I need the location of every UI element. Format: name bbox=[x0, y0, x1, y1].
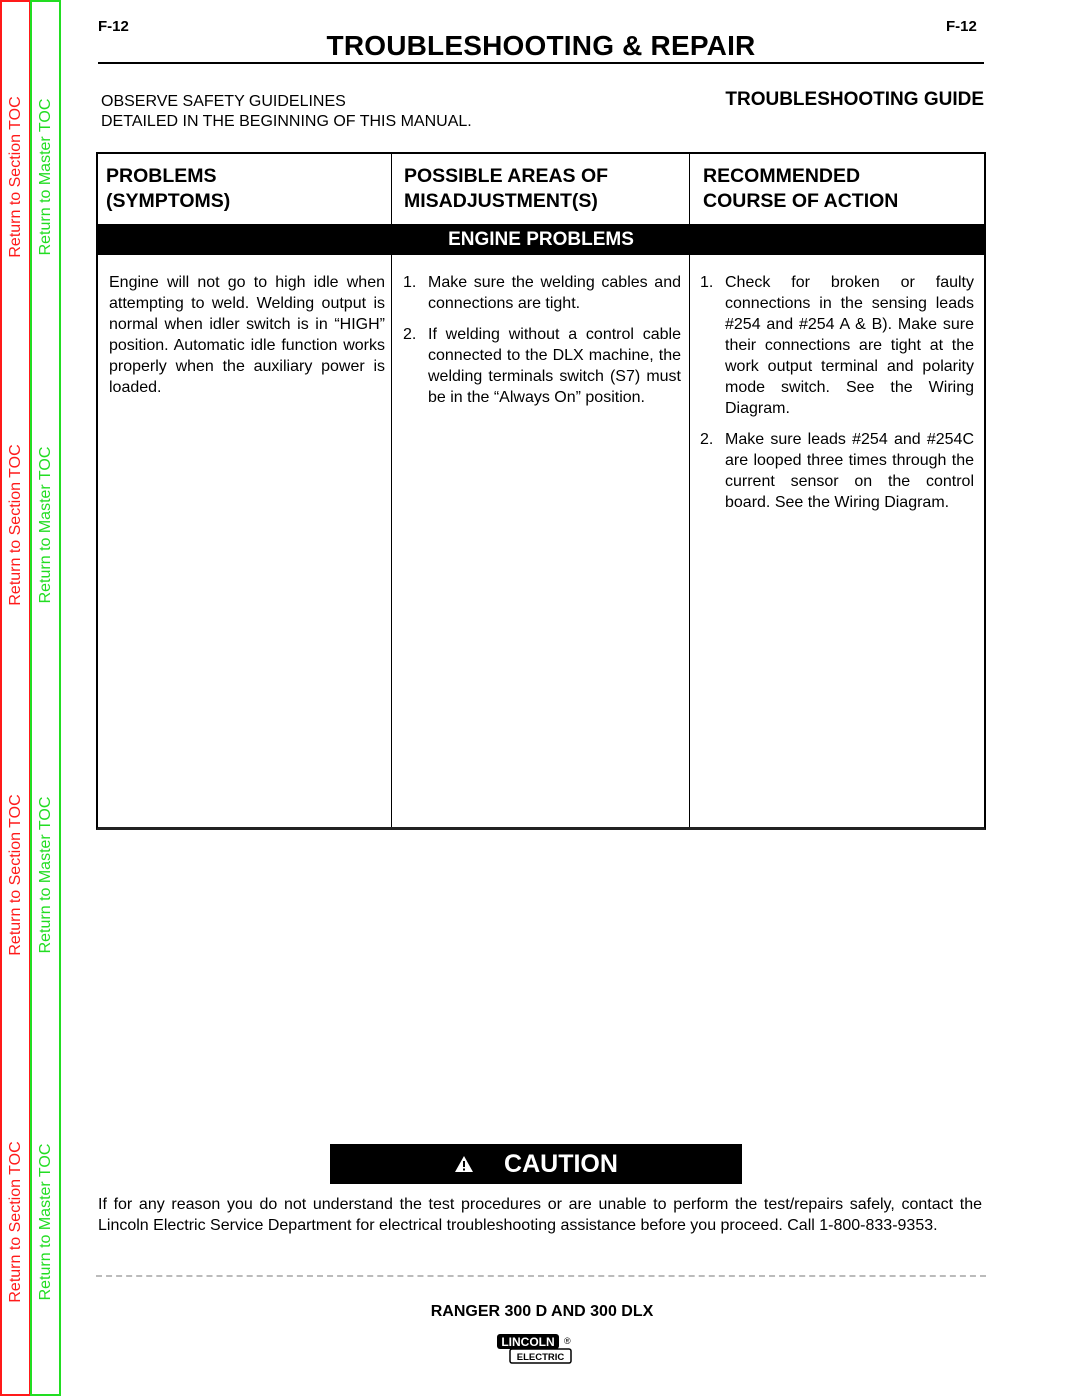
item-number: 2. bbox=[403, 326, 417, 343]
header-line: MISADJUSTMENT(S) bbox=[404, 190, 598, 212]
return-to-section-toc-link[interactable]: Return to Section TOC bbox=[7, 96, 25, 257]
header-line: RECOMMENDED bbox=[703, 165, 861, 187]
title-divider bbox=[98, 62, 984, 64]
safety-line-1: OBSERVE SAFETY GUIDELINES bbox=[101, 93, 346, 110]
list-item: 1. Make sure the welding cables and conn… bbox=[403, 272, 681, 314]
column-header-problems: PROBLEMS (SYMPTOMS) bbox=[106, 164, 230, 214]
lincoln-electric-logo: LINCOLN ELECTRIC ® bbox=[497, 1334, 572, 1364]
section-title: TROUBLESHOOTING GUIDE bbox=[725, 89, 984, 110]
page-title: TROUBLESHOOTING & REPAIR bbox=[326, 30, 756, 61]
safety-line-2: DETAILED IN THE BEGINNING OF THIS MANUAL… bbox=[101, 113, 472, 130]
safety-notice: OBSERVE SAFETY GUIDELINES DETAILED IN TH… bbox=[101, 92, 472, 132]
section-toc-strip: Return to Section TOC Return to Section … bbox=[0, 0, 31, 1396]
header-line: (SYMPTOMS) bbox=[106, 190, 231, 212]
symptom-cell: Engine will not go to high idle when att… bbox=[109, 274, 385, 396]
misadjustments-cell: 1. Make sure the welding cables and conn… bbox=[403, 272, 681, 418]
caution-label: CAUTION bbox=[504, 1149, 618, 1178]
header-line: COURSE OF ACTION bbox=[703, 190, 899, 212]
master-toc-strip: Return to Master TOC Return to Master TO… bbox=[30, 0, 61, 1396]
item-text: Check for broken or faulty connections i… bbox=[725, 274, 974, 417]
list-item: 1. Check for broken or faulty connection… bbox=[700, 272, 974, 419]
footer-divider bbox=[96, 1275, 986, 1277]
return-to-section-toc-link[interactable]: Return to Section TOC bbox=[7, 444, 25, 605]
caution-text: If for any reason you do not understand … bbox=[98, 1196, 982, 1234]
column-header-misadjustments: POSSIBLE AREAS OF MISADJUSTMENT(S) bbox=[404, 164, 608, 214]
item-text: If welding without a control cable conne… bbox=[428, 326, 681, 406]
return-to-master-toc-link[interactable]: Return to Master TOC bbox=[37, 447, 55, 604]
column-header-course-of-action: RECOMMENDED COURSE OF ACTION bbox=[703, 164, 898, 214]
item-number: 1. bbox=[700, 274, 714, 291]
item-number: 1. bbox=[403, 274, 417, 291]
model-name: RANGER 300 D AND 300 DLX bbox=[430, 1303, 654, 1320]
return-to-section-toc-link[interactable]: Return to Section TOC bbox=[7, 794, 25, 955]
section-band-engine-problems: ENGINE PROBLEMS bbox=[98, 224, 984, 255]
caution-banner: CAUTION bbox=[330, 1144, 742, 1184]
warning-triangle-icon bbox=[455, 1156, 474, 1172]
header-line: PROBLEMS bbox=[106, 165, 217, 187]
list-item: 2. Make sure leads #254 and #254C are lo… bbox=[700, 429, 974, 513]
troubleshooting-table: PROBLEMS (SYMPTOMS) POSSIBLE AREAS OF MI… bbox=[96, 152, 986, 830]
logo-bottom-text: ELECTRIC bbox=[517, 1352, 565, 1363]
logo-top-text: LINCOLN bbox=[501, 1335, 554, 1349]
item-text: Make sure the welding cables and connect… bbox=[428, 274, 681, 312]
header-line: POSSIBLE AREAS OF bbox=[404, 165, 609, 187]
item-text: Make sure leads #254 and #254C are loope… bbox=[725, 431, 974, 511]
return-to-master-toc-link[interactable]: Return to Master TOC bbox=[37, 1144, 55, 1301]
registered-mark: ® bbox=[564, 1336, 571, 1346]
return-to-section-toc-link[interactable]: Return to Section TOC bbox=[7, 1141, 25, 1302]
return-to-master-toc-link[interactable]: Return to Master TOC bbox=[37, 797, 55, 954]
return-to-master-toc-link[interactable]: Return to Master TOC bbox=[37, 99, 55, 256]
item-number: 2. bbox=[700, 431, 714, 448]
actions-cell: 1. Check for broken or faulty connection… bbox=[700, 272, 974, 523]
list-item: 2. If welding without a control cable co… bbox=[403, 324, 681, 408]
